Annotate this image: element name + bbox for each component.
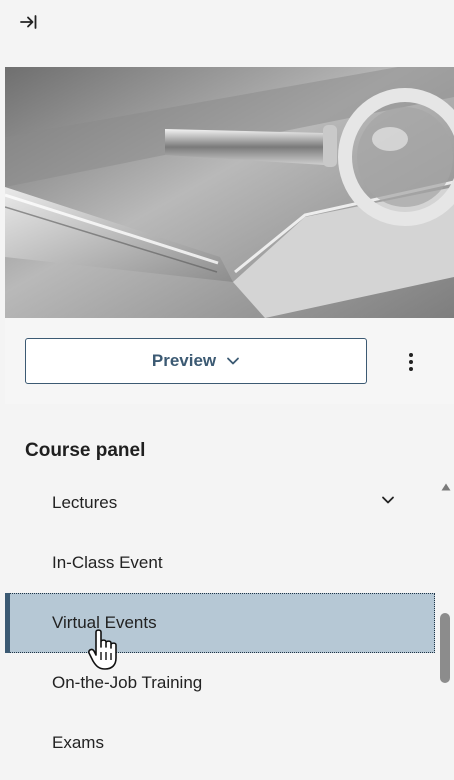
course-panel-title: Course panel: [25, 440, 146, 461]
panel-item-exams[interactable]: Exams: [5, 713, 435, 773]
preview-button[interactable]: Preview: [25, 338, 367, 384]
chevron-down-icon: [227, 357, 240, 365]
collapse-panel-icon: [20, 15, 37, 29]
panel-item-label: On-the-Job Training: [52, 673, 203, 692]
more-vertical-icon: [409, 353, 413, 371]
panel-item-in-class-event[interactable]: In-Class Event: [5, 533, 435, 593]
preview-button-label: Preview: [151, 351, 217, 370]
course-panel-list: Lectures In-Class Event Virtual Events O…: [5, 473, 435, 780]
panel-item-lectures[interactable]: Lectures: [5, 473, 435, 533]
panel-item-on-the-job-training[interactable]: On-the-Job Training: [5, 653, 435, 713]
panel-item-label: Exams: [52, 733, 104, 752]
panel-item-virtual-events[interactable]: Virtual Events: [5, 593, 435, 653]
scroll-up-button[interactable]: [437, 481, 454, 493]
triangle-up-icon: [441, 483, 450, 491]
collapse-panel-button[interactable]: [18, 11, 40, 33]
panel-scrollbar[interactable]: [437, 477, 454, 780]
chevron-down-icon[interactable]: [381, 495, 395, 505]
course-cover-image: [5, 67, 454, 318]
panel-item-label: Virtual Events: [52, 613, 157, 632]
panel-item-label: In-Class Event: [52, 553, 163, 572]
scroll-thumb[interactable]: [440, 613, 450, 683]
panel-item-label: Lectures: [52, 493, 118, 512]
more-options-button[interactable]: [398, 348, 424, 376]
